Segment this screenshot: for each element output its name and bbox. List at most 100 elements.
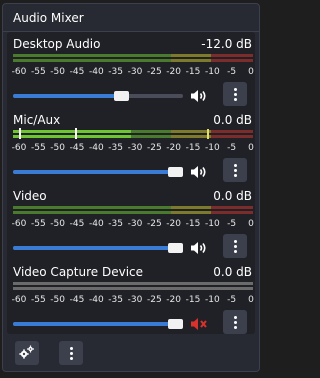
meter-segment [211,287,253,290]
dock-title: Audio Mixer [13,10,84,25]
scale-tick-label: -15 [185,143,201,153]
scale-tick-label: -5 [227,219,237,229]
volume-slider[interactable] [13,241,183,255]
meter-segment [211,135,253,138]
meter-channel-bar [13,287,253,290]
scale-tick-label: -20 [166,67,182,77]
scale-tick-label: -20 [166,219,182,229]
meter-segment [171,206,211,209]
scale-tick-label: -20 [166,295,182,305]
volume-slider[interactable] [13,165,183,179]
meter-segment [171,54,211,57]
channel-menu-button[interactable] [223,158,247,182]
meter-segment [171,211,211,214]
meter-peak-marker [207,134,209,139]
dot [69,346,73,350]
scale-tick-label: -25 [146,67,162,77]
meter-channel-bar [13,206,253,209]
scale-tick-label: -35 [108,67,124,77]
scale-tick-label: -30 [127,295,143,305]
slider-handle[interactable] [168,319,183,329]
mixer-channel-list: Desktop Audio -12.0 dB -60 -55 -50 -45 -40 -3… [7,32,255,334]
dot [69,351,73,355]
scale-tick-label: -40 [88,67,104,77]
scale-tick-label: -60 [11,67,27,77]
slider-fill [13,246,175,250]
channel-db-value: 0.0 dB [213,113,252,127]
meter-channel-bar [13,282,253,285]
channel-menu-button[interactable] [223,234,247,258]
speaker-icon[interactable] [189,88,211,104]
volume-slider[interactable] [13,317,183,331]
speaker-icon[interactable] [189,164,211,180]
dot [233,249,237,253]
slider-fill [13,170,175,174]
scale-tick-label: -15 [185,67,201,77]
dock-header: Audio Mixer [3,4,259,32]
dot [233,97,237,101]
meter-segment [211,206,253,209]
channel-db-value: 0.0 dB [213,265,252,279]
meter-level [13,135,131,138]
meter-marker [75,128,77,139]
scale-tick-label: -60 [11,295,27,305]
meter-scale: -60 -55 -50 -45 -40 -35 -30 -25 -20 -15 -10 -5 0 [11,293,254,307]
scale-tick-label: -20 [166,143,182,153]
slider-handle[interactable] [168,167,183,177]
slider-fill [13,94,121,98]
advanced-audio-properties-button[interactable] [15,341,39,365]
dot [233,244,237,248]
meter-segment [211,282,253,285]
meter-segment [211,130,253,133]
slider-handle[interactable] [168,243,183,253]
speaker-icon[interactable] [189,240,211,256]
scale-tick-label: -30 [127,67,143,77]
scale-tick-label: -60 [11,143,27,153]
scale-tick-label: -40 [88,219,104,229]
scale-tick-label: -25 [146,143,162,153]
slider-handle[interactable] [113,91,129,101]
scale-tick-label: -55 [30,143,46,153]
scale-tick-label: -10 [204,295,220,305]
scale-tick-label: -10 [204,67,220,77]
channel-name: Video Capture Device [13,265,144,279]
channel-desktop-audio: Desktop Audio -12.0 dB -60 -55 -50 -45 -40 -3… [7,32,255,108]
channel-menu-button[interactable] [223,82,247,106]
scale-tick-label: -50 [50,219,66,229]
channel-mic-aux: Mic/Aux 0.0 dB -60 -55 -50 -45 -40 -35 -30 -25-… [7,108,255,184]
channel-db-value: -12.0 dB [201,37,252,51]
slider-fill [13,322,175,326]
scale-tick-label: -5 [227,67,237,77]
meter-scale: -60 -55 -50 -45 -40 -35 -30 -25 -20 -15 -10 -5 0 [11,217,254,231]
meter-scale: -60 -55 -50 -45 -40 -35 -30 -25 -20 -15 -10 -5 0 [11,141,254,155]
scale-tick-label: -45 [69,67,85,77]
dot [233,168,237,172]
meter-channel-bar [13,134,253,139]
scale-tick-label: -55 [30,295,46,305]
scale-tick-label: -50 [50,143,66,153]
volume-meter [13,128,253,139]
speaker-muted-icon[interactable] [189,316,211,332]
scale-tick-label: 0 [248,295,254,305]
scale-tick-label: -30 [127,143,143,153]
meter-channel-bar [13,211,253,214]
meter-segment [211,211,253,214]
scale-tick-label: -35 [108,143,124,153]
meter-segment [13,287,171,290]
meter-channel-bar [13,59,253,62]
channel-name: Mic/Aux [13,113,61,127]
meter-segment [171,282,211,285]
volume-slider[interactable] [13,89,183,103]
scale-tick-label: -10 [204,143,220,153]
channel-menu-button[interactable] [223,310,247,334]
meter-segment [171,59,211,62]
meter-segment [13,282,171,285]
dot [233,320,237,324]
dot [69,356,73,360]
channel-video: Video 0.0 dB -60 -55 -50 -45 -40 -35 -30 -25 -20… [7,184,255,260]
meter-segment [211,54,253,57]
scale-tick-label: 0 [248,143,254,153]
meter-segment [13,54,171,57]
mixer-menu-button[interactable] [59,341,83,365]
scale-tick-label: -5 [227,295,237,305]
